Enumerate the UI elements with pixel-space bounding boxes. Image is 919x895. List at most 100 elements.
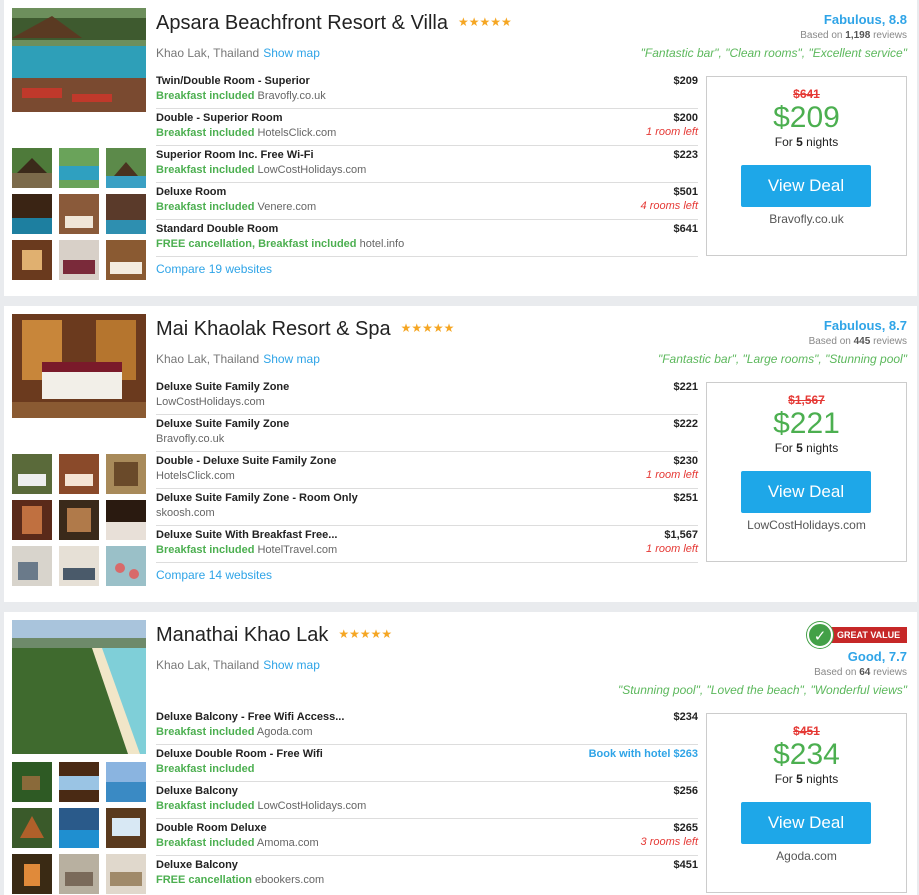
show-map-link[interactable]: Show map	[263, 352, 320, 366]
book-with-hotel-link[interactable]: Book with hotel $263	[589, 748, 698, 760]
hotel-thumbnail[interactable]	[59, 194, 99, 234]
hotel-thumbnail[interactable]	[59, 500, 99, 540]
hotel-thumbnail[interactable]	[59, 148, 99, 188]
hotel-main-photo[interactable]	[12, 314, 146, 418]
offer-price: $251	[673, 492, 698, 504]
offer-row[interactable]: Superior Room Inc. Free Wi-Fi Breakfast …	[156, 146, 698, 183]
provider-name: LowCostHolidays.com	[156, 396, 265, 408]
offer-row[interactable]: Deluxe Suite Family Zone Bravofly.co.uk …	[156, 415, 698, 452]
room-name: Twin/Double Room - Superior	[156, 75, 310, 87]
room-name: Deluxe Balcony	[156, 859, 238, 871]
included-label: Breakfast included	[156, 763, 255, 775]
hotel-thumbnail[interactable]	[12, 148, 52, 188]
hotel-card: Manathai Khao Lak ★★★★★ Khao Lak, Thailan…	[4, 612, 917, 895]
room-name: Double - Deluxe Suite Family Zone	[156, 455, 337, 467]
offer-price: $265	[673, 822, 698, 834]
hotel-thumbnail[interactable]	[106, 500, 146, 540]
provider-name: ebookers.com	[255, 874, 325, 886]
deal-provider: LowCostHolidays.com	[747, 518, 866, 532]
provider-name: Venere.com	[257, 201, 317, 213]
view-deal-button[interactable]: View Deal	[741, 165, 871, 207]
hotel-thumbnail[interactable]	[12, 500, 52, 540]
old-price: $641	[793, 87, 820, 101]
offer-row[interactable]: Double Room Deluxe Breakfast included Am…	[156, 819, 698, 856]
hotel-name[interactable]: Manathai Khao Lak ★★★★★	[156, 624, 392, 647]
included-label: Breakfast included	[156, 837, 255, 849]
hotel-name[interactable]: Apsara Beachfront Resort & Villa ★★★★★	[156, 12, 512, 35]
hotel-main-photo[interactable]	[12, 620, 146, 754]
room-name: Deluxe Balcony	[156, 785, 238, 797]
compare-websites-link[interactable]: Compare 19 websites	[156, 262, 272, 276]
offer-price: $451	[673, 859, 698, 871]
best-deal-box: $641 $209 For 5 nights View Deal Bravofl…	[706, 76, 907, 256]
view-deal-button[interactable]: View Deal	[741, 802, 871, 844]
hotel-thumbnail[interactable]	[106, 454, 146, 494]
hotel-thumbnail[interactable]	[12, 762, 52, 802]
review-quotes: "Fantastic bar", "Large rooms", "Stunnin…	[657, 352, 907, 366]
offer-row[interactable]: Twin/Double Room - Superior Breakfast in…	[156, 72, 698, 109]
offer-row[interactable]: Deluxe Suite Family Zone LowCostHolidays…	[156, 378, 698, 415]
offer-row[interactable]: Standard Double Room FREE cancellation, …	[156, 220, 698, 257]
hotel-thumbnail[interactable]	[59, 546, 99, 586]
hotel-thumbnail[interactable]	[12, 454, 52, 494]
offer-row[interactable]: Deluxe Balcony Breakfast included LowCos…	[156, 782, 698, 819]
hotel-thumbnail[interactable]	[106, 762, 146, 802]
hotel-main-photo[interactable]	[12, 8, 146, 112]
compare-websites-link[interactable]: Compare 14 websites	[156, 568, 272, 582]
hotel-location: Khao Lak, Thailand Show map	[156, 352, 320, 366]
hotel-thumbnail[interactable]	[12, 194, 52, 234]
offer-row[interactable]: Deluxe Balcony FREE cancellation ebooker…	[156, 856, 698, 893]
included-label: Breakfast included	[156, 164, 255, 176]
hotel-thumbnail[interactable]	[106, 148, 146, 188]
provider-name: Agoda.com	[256, 726, 313, 738]
offer-row[interactable]: Deluxe Balcony - Free Wifi Access... Bre…	[156, 708, 698, 745]
review-count: Based on 64 reviews	[814, 667, 907, 678]
offer-price: $223	[673, 149, 698, 161]
provider-name: hotel.info	[359, 238, 405, 250]
rating-score[interactable]: Good, 7.7	[618, 649, 907, 664]
hotel-thumbnail[interactable]	[12, 854, 52, 894]
hotel-thumbnail[interactable]	[59, 762, 99, 802]
offer-price: $1,567	[664, 529, 698, 541]
included-label: Breakfast included	[156, 90, 255, 102]
rooms-left: 1 room left	[646, 469, 698, 481]
review-quotes: "Fantastic bar", "Clean rooms", "Excelle…	[640, 46, 907, 60]
offer-row[interactable]: Double - Superior Room Breakfast include…	[156, 109, 698, 146]
offer-row[interactable]: Deluxe Room Breakfast included Venere.co…	[156, 183, 698, 220]
show-map-link[interactable]: Show map	[263, 658, 320, 672]
hotel-thumbnail[interactable]	[106, 854, 146, 894]
room-name: Deluxe Balcony - Free Wifi Access...	[156, 711, 345, 723]
room-name: Deluxe Suite Family Zone	[156, 418, 290, 430]
rating-score[interactable]: Fabulous, 8.8	[641, 12, 907, 27]
hotel-thumbnail[interactable]	[12, 240, 52, 280]
room-name: Deluxe Suite With Breakfast Free...	[156, 529, 338, 541]
hotel-thumbnail[interactable]	[106, 546, 146, 586]
hotel-thumbnail[interactable]	[106, 240, 146, 280]
offer-price: $230	[673, 455, 698, 467]
old-price: $451	[793, 724, 820, 738]
hotel-thumbnail[interactable]	[59, 854, 99, 894]
offer-row[interactable]: Deluxe Suite With Breakfast Free... Brea…	[156, 526, 698, 563]
show-map-link[interactable]: Show map	[263, 46, 320, 60]
rating-block: Fabulous, 8.8 Based on 1,198 reviews "Fa…	[641, 12, 907, 60]
hotel-thumbnail[interactable]	[12, 808, 52, 848]
view-deal-button[interactable]: View Deal	[741, 471, 871, 513]
hotel-thumbnail[interactable]	[59, 240, 99, 280]
hotel-card: Apsara Beachfront Resort & Villa ★★★★★ Kh…	[4, 0, 917, 296]
offer-price: $641	[673, 223, 698, 235]
hotel-name[interactable]: Mai Khaolak Resort & Spa ★★★★★	[156, 318, 454, 341]
provider-name: HotelsClick.com	[156, 470, 235, 482]
offer-row[interactable]: Deluxe Suite Family Zone - Room Only sko…	[156, 489, 698, 526]
rating-score[interactable]: Fabulous, 8.7	[658, 318, 907, 333]
hotel-thumbnail[interactable]	[59, 808, 99, 848]
provider-name: LowCostHolidays.com	[257, 164, 367, 176]
hotel-thumbnail[interactable]	[12, 546, 52, 586]
hotel-thumbnail[interactable]	[106, 808, 146, 848]
offer-price: $234	[673, 711, 698, 723]
offer-row[interactable]: Deluxe Double Room - Free Wifi Breakfast…	[156, 745, 698, 782]
checkmark-icon: ✓	[807, 622, 833, 648]
hotel-thumbnail[interactable]	[106, 194, 146, 234]
rooms-left: 3 rooms left	[640, 836, 698, 848]
hotel-thumbnail[interactable]	[59, 454, 99, 494]
offer-row[interactable]: Double - Deluxe Suite Family Zone Hotels…	[156, 452, 698, 489]
